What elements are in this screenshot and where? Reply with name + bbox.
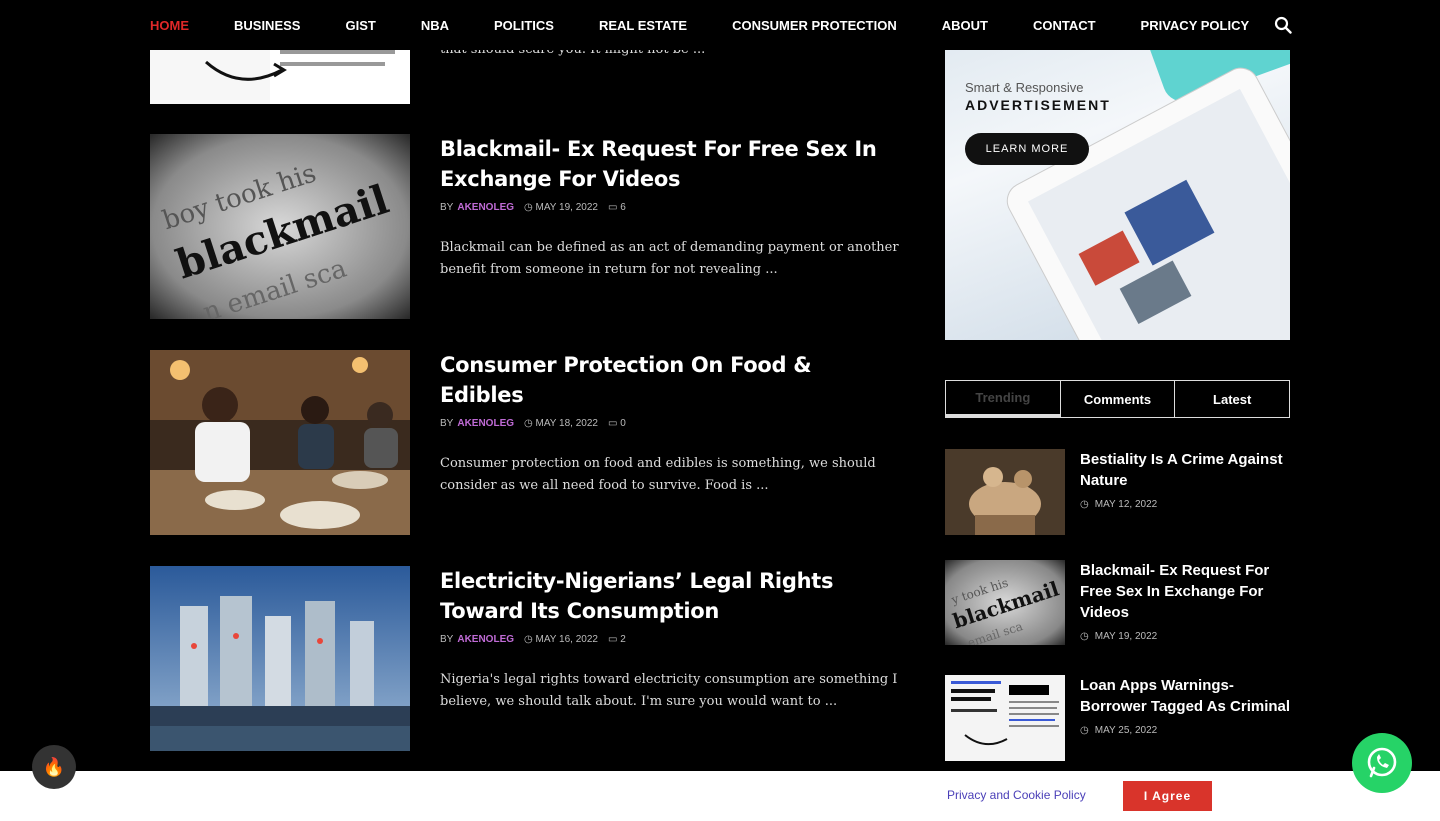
post-author[interactable]: AKENOLEG xyxy=(457,202,514,213)
sidebar-post-title[interactable]: Loan Apps Warnings- Borrower Tagged As C… xyxy=(1080,675,1292,717)
post-thumbnail[interactable] xyxy=(150,566,410,751)
clock-icon: ◷ xyxy=(524,634,533,645)
main-nav: HOME BUSINESS GIST NBA POLITICS REAL EST… xyxy=(0,0,1440,50)
post-comment-count: 6 xyxy=(620,202,626,213)
sidebar-post-date: ◷ MAY 19, 2022 xyxy=(1080,631,1292,642)
meta-by: BY xyxy=(440,418,454,429)
post-meta: BY AKENOLEG ◷ MAY 16, 2022 ▭ 2 xyxy=(440,634,900,645)
post-comments[interactable]: ▭ 2 xyxy=(608,634,626,645)
post-title[interactable]: Blackmail- Ex Request For Free Sex In Ex… xyxy=(440,134,900,194)
post-excerpt: Nigeria's legal rights toward electricit… xyxy=(440,672,898,709)
nav-item-privacy-policy[interactable]: PRIVACY POLICY xyxy=(1141,18,1250,33)
sidebar-post-title[interactable]: Blackmail- Ex Request For Free Sex In Ex… xyxy=(1080,560,1292,623)
agree-button[interactable]: I Agree xyxy=(1123,781,1212,811)
meta-by: BY xyxy=(440,202,454,213)
fire-icon: 🔥 xyxy=(42,756,66,777)
clock-icon: ◷ xyxy=(524,202,533,213)
post-card: Consumer Protection On Food & Edibles BY… xyxy=(150,350,900,535)
sidebar-post: Loan Apps Warnings- Borrower Tagged As C… xyxy=(945,675,1290,761)
sidebar-post-date: ◷ MAY 25, 2022 xyxy=(1080,725,1292,736)
power-plant-image xyxy=(150,566,410,751)
post-card: boy took his blackmail n email sca Black… xyxy=(150,134,900,319)
restaurant-image xyxy=(150,350,410,535)
nav-item-politics[interactable]: POLITICS xyxy=(494,18,554,33)
sidebar-post-body: Blackmail- Ex Request For Free Sex In Ex… xyxy=(1080,560,1292,642)
dark-mode-toggle[interactable]: 🔥 xyxy=(32,745,76,789)
sidebar-post-title[interactable]: Bestiality Is A Crime Against Nature xyxy=(1080,449,1292,491)
post-excerpt: Consumer protection on food and edibles … xyxy=(440,456,876,493)
sidebar-post: Bestiality Is A Crime Against Nature ◷ MA… xyxy=(945,449,1290,535)
comment-icon: ▭ xyxy=(607,202,618,213)
sidebar-post-thumbnail[interactable] xyxy=(945,449,1065,535)
sidebar-post-date-text: MAY 25, 2022 xyxy=(1094,725,1158,736)
post-comments[interactable]: ▭ 0 xyxy=(608,418,626,429)
tablet-image xyxy=(1006,0,1290,340)
sidebar-advertisement[interactable]: Smart & Responsive ADVERTISEMENT LEARN M… xyxy=(945,0,1290,340)
sidebar-post-date: ◷ MAY 12, 2022 xyxy=(1080,499,1292,510)
clock-icon: ◷ xyxy=(1080,499,1089,510)
tab-comments[interactable]: Comments xyxy=(1061,381,1176,417)
tab-trending[interactable]: Trending xyxy=(946,381,1061,417)
post-date: ◷ MAY 18, 2022 xyxy=(524,418,598,429)
post-body: Blackmail- Ex Request For Free Sex In Ex… xyxy=(440,134,900,281)
sidebar-tabs: Trending Comments Latest xyxy=(945,380,1290,418)
cookie-bar: Privacy and Cookie Policy I Agree xyxy=(0,771,1440,821)
nav-item-business[interactable]: BUSINESS xyxy=(234,18,300,33)
privacy-cookie-policy-link[interactable]: Privacy and Cookie Policy xyxy=(947,788,1086,802)
sidebar-post-body: Loan Apps Warnings- Borrower Tagged As C… xyxy=(1080,675,1292,736)
sidebar-post-date-text: MAY 19, 2022 xyxy=(1094,631,1158,642)
nav-item-about[interactable]: ABOUT xyxy=(942,18,988,33)
clock-icon: ◷ xyxy=(524,418,533,429)
whatsapp-chat-button[interactable] xyxy=(1352,733,1412,793)
nav-item-consumer-protection[interactable]: CONSUMER PROTECTION xyxy=(732,18,897,33)
statue-image xyxy=(945,449,1065,535)
ad-tagline: Smart & Responsive xyxy=(965,80,1084,95)
post-meta: BY AKENOLEG ◷ MAY 19, 2022 ▭ 6 xyxy=(440,202,900,213)
post-excerpt: Blackmail can be defined as an act of de… xyxy=(440,240,899,277)
tab-latest[interactable]: Latest xyxy=(1175,381,1289,417)
sidebar-post: blackmail y took his email sca Blackmail… xyxy=(945,560,1290,646)
post-title[interactable]: Electricity-Nigerians’ Legal Rights Towa… xyxy=(440,566,900,626)
clock-icon: ◷ xyxy=(1080,725,1089,736)
nav-item-gist[interactable]: GIST xyxy=(345,18,375,33)
post-comment-count: 0 xyxy=(620,418,626,429)
sidebar-post-date-text: MAY 12, 2022 xyxy=(1094,499,1158,510)
meta-by: BY xyxy=(440,634,454,645)
whatsapp-icon xyxy=(1367,747,1397,778)
post-thumbnail[interactable] xyxy=(150,350,410,535)
nav-item-home[interactable]: HOME xyxy=(150,18,189,33)
comment-icon: ▭ xyxy=(607,418,618,429)
post-date: ◷ MAY 16, 2022 xyxy=(524,634,598,645)
nav-item-nba[interactable]: NBA xyxy=(421,18,449,33)
comment-icon: ▭ xyxy=(607,634,618,645)
sidebar-post-thumbnail[interactable] xyxy=(945,675,1065,761)
nav-item-contact[interactable]: CONTACT xyxy=(1033,18,1096,33)
nav-items: HOME BUSINESS GIST NBA POLITICS REAL EST… xyxy=(150,0,1249,50)
post-card: Electricity-Nigerians’ Legal Rights Towa… xyxy=(150,566,900,751)
post-comments[interactable]: ▭ 6 xyxy=(608,202,626,213)
post-date-text: MAY 19, 2022 xyxy=(535,202,598,213)
search-icon[interactable] xyxy=(1274,16,1292,34)
post-body: Electricity-Nigerians’ Legal Rights Towa… xyxy=(440,566,900,713)
loan-apps-image xyxy=(945,675,1065,761)
blackmail-image: boy took his blackmail n email sca xyxy=(150,134,410,319)
post-author[interactable]: AKENOLEG xyxy=(457,634,514,645)
ad-learn-more-button[interactable]: LEARN MORE xyxy=(965,133,1089,165)
sidebar-post-thumbnail[interactable]: blackmail y took his email sca xyxy=(945,560,1065,645)
post-thumbnail[interactable]: boy took his blackmail n email sca xyxy=(150,134,410,319)
nav-item-real-estate[interactable]: REAL ESTATE xyxy=(599,18,687,33)
post-title[interactable]: Consumer Protection On Food & Edibles xyxy=(440,350,900,410)
clock-icon: ◷ xyxy=(1080,631,1089,642)
ad-heading: ADVERTISEMENT xyxy=(965,97,1111,113)
post-date-text: MAY 16, 2022 xyxy=(535,634,598,645)
post-comment-count: 2 xyxy=(620,634,626,645)
post-date-text: MAY 18, 2022 xyxy=(535,418,598,429)
blackmail-image: blackmail y took his email sca xyxy=(945,560,1065,645)
sidebar-post-body: Bestiality Is A Crime Against Nature ◷ MA… xyxy=(1080,449,1292,510)
post-body: Consumer Protection On Food & Edibles BY… xyxy=(440,350,900,497)
post-date: ◷ MAY 19, 2022 xyxy=(524,202,598,213)
post-author[interactable]: AKENOLEG xyxy=(457,418,514,429)
post-meta: BY AKENOLEG ◷ MAY 18, 2022 ▭ 0 xyxy=(440,418,900,429)
